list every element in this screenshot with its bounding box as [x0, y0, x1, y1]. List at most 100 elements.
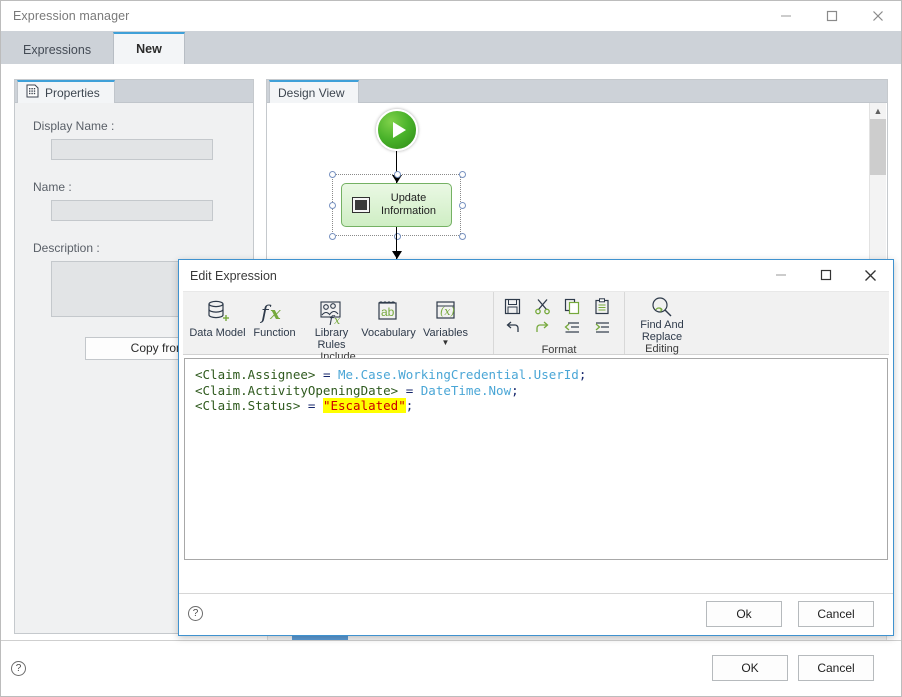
minimize-icon[interactable]: [763, 1, 809, 31]
increase-indent-icon[interactable]: [592, 318, 612, 338]
cut-scissors-icon[interactable]: [532, 296, 552, 316]
svg-text:x: x: [334, 314, 341, 325]
dialog-title-bar: Edit Expression: [179, 260, 893, 291]
code-token: =: [315, 367, 338, 382]
dialog-window-controls: [758, 260, 893, 290]
variables-x-icon: (x): [432, 297, 460, 327]
tab-properties-label: Properties: [45, 85, 100, 100]
display-name-label: Display Name :: [33, 119, 115, 133]
find-replace-magnifier-icon: [649, 297, 675, 319]
variables-button[interactable]: (x) Variables ▼: [417, 295, 474, 351]
code-token: =: [300, 398, 323, 413]
copy-icon[interactable]: [562, 296, 582, 316]
library-rules-label: Library Rules: [314, 327, 349, 351]
data-model-label: Data Model: [189, 327, 246, 339]
main-tabstrip: Expressions New: [1, 31, 901, 65]
vocabulary-label: Vocabulary: [361, 327, 416, 339]
dialog-cancel-button[interactable]: Cancel: [798, 601, 874, 627]
scrollbar-thumb[interactable]: [870, 119, 886, 175]
data-model-icon: [205, 297, 231, 327]
name-input[interactable]: [51, 200, 213, 221]
dialog-ribbon: Data Model f x Function f x Library Rule…: [183, 291, 889, 363]
activity-node-label: Update Information: [380, 192, 437, 217]
paste-icon[interactable]: [592, 296, 612, 316]
save-icon[interactable]: [502, 296, 522, 316]
code-token: <Claim.Assignee>: [195, 367, 316, 382]
resize-handle[interactable]: [329, 171, 336, 178]
find-and-replace-button[interactable]: Find And Replace: [631, 295, 693, 343]
activity-icon: [352, 197, 370, 213]
code-token: <Claim.Status>: [195, 398, 301, 413]
ribbon-group-format: Format: [493, 292, 624, 356]
tab-new[interactable]: New: [113, 32, 185, 65]
resize-handle[interactable]: [459, 202, 466, 209]
tab-expressions[interactable]: Expressions: [1, 36, 113, 64]
svg-text:(x): (x): [440, 305, 455, 318]
code-token: =: [398, 382, 421, 398]
main-footer: ? OK Cancel: [1, 640, 901, 696]
svg-text:x: x: [269, 303, 281, 324]
vocabulary-ab-icon: ab: [375, 297, 403, 327]
undo-icon[interactable]: [502, 318, 522, 338]
cancel-button[interactable]: Cancel: [798, 655, 874, 681]
decrease-indent-icon[interactable]: [562, 318, 582, 338]
resize-handle[interactable]: [329, 202, 336, 209]
ribbon-group-include: Data Model f x Function f x Library Rule…: [183, 292, 493, 363]
tab-design-view-label: Design View: [278, 85, 345, 100]
main-window-controls: [763, 1, 901, 31]
maximize-icon[interactable]: [809, 1, 855, 31]
code-line: <Claim.Assignee> = Me.Case.WorkingCreden…: [195, 367, 877, 383]
expression-code-editor[interactable]: <Claim.Assignee> = Me.Case.WorkingCreden…: [184, 358, 888, 560]
library-rules-button[interactable]: f x Library Rules: [303, 295, 360, 351]
help-icon[interactable]: ?: [11, 661, 26, 676]
activity-node-update-information[interactable]: Update Information: [341, 183, 452, 227]
name-label: Name :: [33, 180, 72, 194]
code-token: ;: [578, 367, 587, 382]
minimize-icon[interactable]: [758, 260, 803, 290]
properties-icon: [26, 84, 39, 101]
main-window-title: Expression manager: [13, 9, 130, 23]
chevron-down-icon[interactable]: ▼: [442, 339, 450, 347]
code-token: DateTime.Now: [420, 382, 512, 398]
resize-handle[interactable]: [394, 171, 401, 178]
close-icon[interactable]: [848, 260, 893, 290]
code-token: Me.Case.WorkingCredential.UserId: [338, 367, 579, 382]
resize-handle[interactable]: [329, 233, 336, 240]
ribbon-group-editing: Find And Replace Editing: [624, 292, 699, 355]
code-line: <Claim.Status> = "Escalated";: [195, 398, 877, 414]
help-icon[interactable]: ?: [188, 606, 203, 621]
code-line: <Claim.ActivityOpeningDate> = DateTime.N…: [195, 383, 877, 399]
resize-handle[interactable]: [459, 233, 466, 240]
dialog-footer: ? Ok Cancel: [179, 593, 893, 635]
data-model-button[interactable]: Data Model: [189, 295, 246, 351]
redo-icon[interactable]: [532, 318, 552, 338]
vocabulary-button[interactable]: ab Vocabulary: [360, 295, 417, 351]
close-icon[interactable]: [855, 1, 901, 31]
code-token: ;: [511, 382, 519, 398]
arrowhead-icon: [392, 251, 402, 259]
code-token: <Claim.ActivityOpeningDate>: [195, 382, 399, 398]
dialog-ok-button[interactable]: Ok: [706, 601, 782, 627]
function-fx-icon: f x: [260, 297, 290, 327]
maximize-icon[interactable]: [803, 260, 848, 290]
resize-handle[interactable]: [459, 171, 466, 178]
code-token: ;: [405, 398, 414, 413]
display-name-input[interactable]: [51, 139, 213, 160]
tab-properties[interactable]: Properties: [17, 80, 115, 103]
find-and-replace-label: Find And Replace: [640, 319, 684, 343]
tab-design-view[interactable]: Design View: [269, 80, 360, 103]
ok-button[interactable]: OK: [712, 655, 788, 681]
function-label: Function: [253, 327, 296, 339]
function-button[interactable]: f x Function: [246, 295, 303, 351]
ribbon-group-editing-title: Editing: [645, 343, 679, 355]
play-start-icon[interactable]: [376, 109, 418, 151]
design-tabrow: [267, 80, 887, 103]
edit-expression-dialog: Edit Expression Data Model f x Function …: [178, 259, 894, 636]
chevron-up-icon[interactable]: ▲: [870, 103, 886, 119]
code-token: "Escalated": [322, 398, 406, 413]
description-label: Description :: [33, 241, 100, 255]
ribbon-group-format-title: Format: [541, 344, 577, 356]
dialog-title: Edit Expression: [190, 268, 277, 283]
library-rules-icon: f x: [318, 297, 346, 327]
svg-text:ab: ab: [381, 305, 395, 319]
